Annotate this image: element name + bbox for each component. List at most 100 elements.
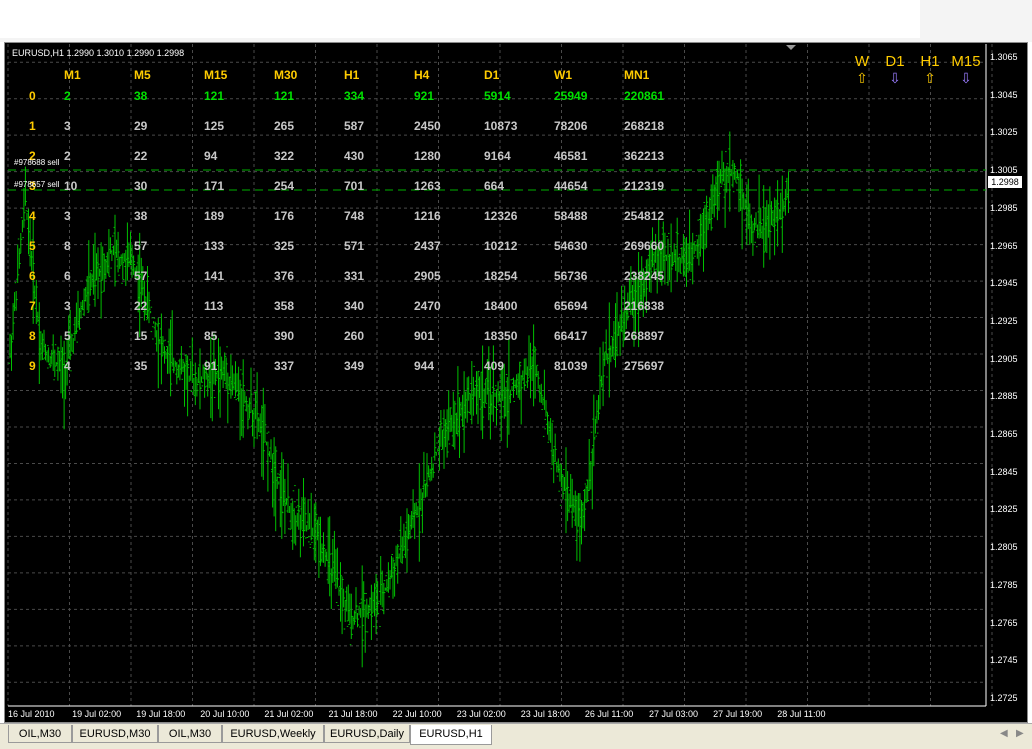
signal-label: D1 bbox=[885, 53, 905, 70]
price-level: 1.2825 bbox=[990, 504, 1018, 515]
arrow-down-icon: ⇩ bbox=[960, 70, 972, 86]
table-cell: 121 bbox=[274, 89, 295, 103]
table-cell: 81039 bbox=[554, 359, 588, 373]
table-cell: 1216 bbox=[414, 209, 441, 223]
price-level: 1.2965 bbox=[990, 240, 1018, 251]
table-cell: 25949 bbox=[554, 89, 588, 103]
table-cell: 22 bbox=[134, 299, 148, 313]
arrow-down-icon: ⇩ bbox=[889, 70, 901, 86]
table-cell: 1280 bbox=[414, 149, 441, 163]
column-header-m1: M1 bbox=[64, 68, 81, 82]
tab-eurusd-m30[interactable]: EURUSD,M30 bbox=[72, 725, 158, 743]
signal-label: M15 bbox=[951, 53, 981, 70]
table-cell: 5914 bbox=[484, 89, 511, 103]
table-cell: 54630 bbox=[554, 239, 588, 253]
table-cell: 587 bbox=[344, 119, 365, 133]
table-cell: 337 bbox=[274, 359, 295, 373]
table-cell: 171 bbox=[204, 179, 225, 193]
row-label: 9 bbox=[29, 359, 36, 373]
price-level: 1.2925 bbox=[990, 315, 1018, 326]
price-level: 1.3005 bbox=[990, 165, 1018, 176]
table-cell: 2470 bbox=[414, 299, 441, 313]
table-cell: 44654 bbox=[554, 179, 588, 193]
table-cell: 56736 bbox=[554, 269, 588, 283]
row-label: 6 bbox=[29, 269, 36, 283]
column-header-m15: M15 bbox=[204, 68, 228, 82]
table-cell: 66417 bbox=[554, 329, 588, 343]
table-cell: 571 bbox=[344, 239, 365, 253]
price-level: 1.3065 bbox=[990, 52, 1018, 62]
table-cell: 133 bbox=[204, 239, 225, 253]
row-label: 0 bbox=[29, 89, 36, 103]
tab-eurusd-weekly[interactable]: EURUSD,Weekly bbox=[222, 725, 324, 743]
price-level: 1.2985 bbox=[990, 202, 1018, 213]
tab-oil-m30[interactable]: OIL,M30 bbox=[8, 725, 72, 743]
time-label: 23 Jul 18:00 bbox=[520, 709, 570, 719]
time-label: 19 Jul 02:00 bbox=[72, 709, 122, 719]
table-cell: 30 bbox=[134, 179, 148, 193]
order-label: #978688 sell bbox=[14, 158, 60, 167]
table-cell: 6 bbox=[64, 269, 71, 283]
tab-oil-m30[interactable]: OIL,M30 bbox=[158, 725, 222, 743]
tab-scroll-right-icon[interactable]: ▶ bbox=[1016, 728, 1024, 739]
table-cell: 29 bbox=[134, 119, 148, 133]
table-cell: 212319 bbox=[624, 179, 665, 193]
column-header-mn1: MN1 bbox=[624, 68, 650, 82]
table-cell: 35 bbox=[134, 359, 148, 373]
table-cell: 176 bbox=[274, 209, 295, 223]
table-cell: 322 bbox=[274, 149, 295, 163]
table-cell: 10212 bbox=[484, 239, 518, 253]
column-header-m5: M5 bbox=[134, 68, 151, 82]
price-level: 1.3025 bbox=[990, 127, 1018, 138]
table-cell: 189 bbox=[204, 209, 225, 223]
table-cell: 78206 bbox=[554, 119, 588, 133]
table-cell: 921 bbox=[414, 89, 435, 103]
tab-scroll-left-icon[interactable]: ◀ bbox=[1000, 728, 1008, 739]
row-label: 8 bbox=[29, 329, 36, 343]
time-label: 16 Jul 2010 bbox=[8, 709, 55, 719]
table-cell: 349 bbox=[344, 359, 365, 373]
column-header-d1: D1 bbox=[484, 68, 500, 82]
time-label: 28 Jul 11:00 bbox=[777, 709, 826, 719]
table-cell: 8 bbox=[64, 239, 71, 253]
table-cell: 275697 bbox=[624, 359, 665, 373]
table-cell: 409 bbox=[484, 359, 505, 373]
tab-eurusd-h1[interactable]: EURUSD,H1 bbox=[410, 725, 492, 745]
table-cell: 748 bbox=[344, 209, 365, 223]
table-cell: 325 bbox=[274, 239, 295, 253]
table-cell: 390 bbox=[274, 329, 295, 343]
price-level: 1.2845 bbox=[990, 466, 1018, 477]
signal-d1: D1 ⇩ bbox=[875, 53, 915, 87]
table-cell: 362213 bbox=[624, 149, 665, 163]
price-level: 1.2785 bbox=[990, 579, 1018, 590]
time-label: 27 Jul 03:00 bbox=[649, 709, 699, 719]
table-cell: 18254 bbox=[484, 269, 518, 283]
time-label: 21 Jul 02:00 bbox=[264, 709, 314, 719]
table-cell: 238245 bbox=[624, 269, 665, 283]
table-cell: 12326 bbox=[484, 209, 518, 223]
table-cell: 334 bbox=[344, 89, 365, 103]
column-header-w1: W1 bbox=[554, 68, 572, 82]
signal-h1: H1 ⇧ bbox=[910, 54, 950, 87]
table-cell: 2 bbox=[64, 149, 71, 163]
table-cell: 65694 bbox=[554, 299, 588, 313]
table-cell: 901 bbox=[414, 329, 435, 343]
price-level: 1.2945 bbox=[990, 278, 1018, 289]
table-cell: 141 bbox=[204, 269, 225, 283]
price-level: 1.2805 bbox=[990, 542, 1018, 553]
table-cell: 265 bbox=[274, 119, 295, 133]
table-cell: 220861 bbox=[624, 89, 665, 103]
table-cell: 10 bbox=[64, 179, 78, 193]
price-level: 1.2725 bbox=[990, 692, 1018, 703]
table-cell: 3 bbox=[64, 209, 71, 223]
table-cell: 18350 bbox=[484, 329, 518, 343]
table-cell: 268218 bbox=[624, 119, 665, 133]
tab-eurusd-daily[interactable]: EURUSD,Daily bbox=[324, 725, 410, 743]
table-cell: 10873 bbox=[484, 119, 518, 133]
time-label: 20 Jul 10:00 bbox=[200, 709, 250, 719]
arrow-up-icon: ⇧ bbox=[924, 70, 936, 86]
table-cell: 358 bbox=[274, 299, 295, 313]
table-cell: 113 bbox=[204, 299, 224, 313]
time-label: 26 Jul 11:00 bbox=[584, 709, 634, 719]
table-cell: 38 bbox=[134, 89, 148, 103]
